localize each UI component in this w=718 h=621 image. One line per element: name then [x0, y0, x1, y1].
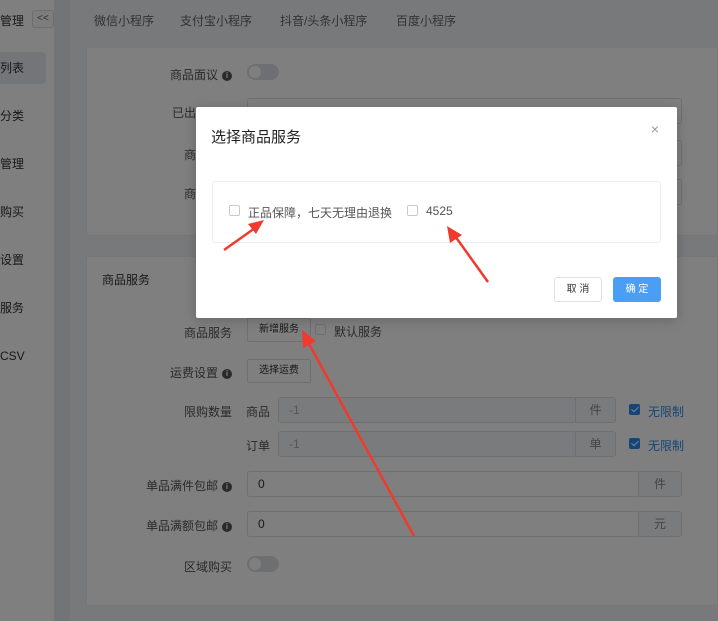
close-icon[interactable]: ×	[651, 121, 659, 137]
confirm-button[interactable]: 确 定	[613, 277, 661, 302]
modal-title: 选择商品服务	[211, 129, 302, 146]
service-option-label-1[interactable]: 正品保障，七天无理由退换	[248, 204, 392, 221]
service-options: 正品保障，七天无理由退换 4525	[212, 181, 661, 243]
service-option-checkbox-2[interactable]	[407, 205, 418, 216]
select-service-modal: 选择商品服务 × 正品保障，七天无理由退换 4525 取 消 确 定	[196, 107, 677, 318]
service-option-checkbox-1[interactable]	[229, 205, 240, 216]
service-option-label-2[interactable]: 4525	[426, 204, 453, 218]
cancel-button[interactable]: 取 消	[554, 277, 602, 302]
